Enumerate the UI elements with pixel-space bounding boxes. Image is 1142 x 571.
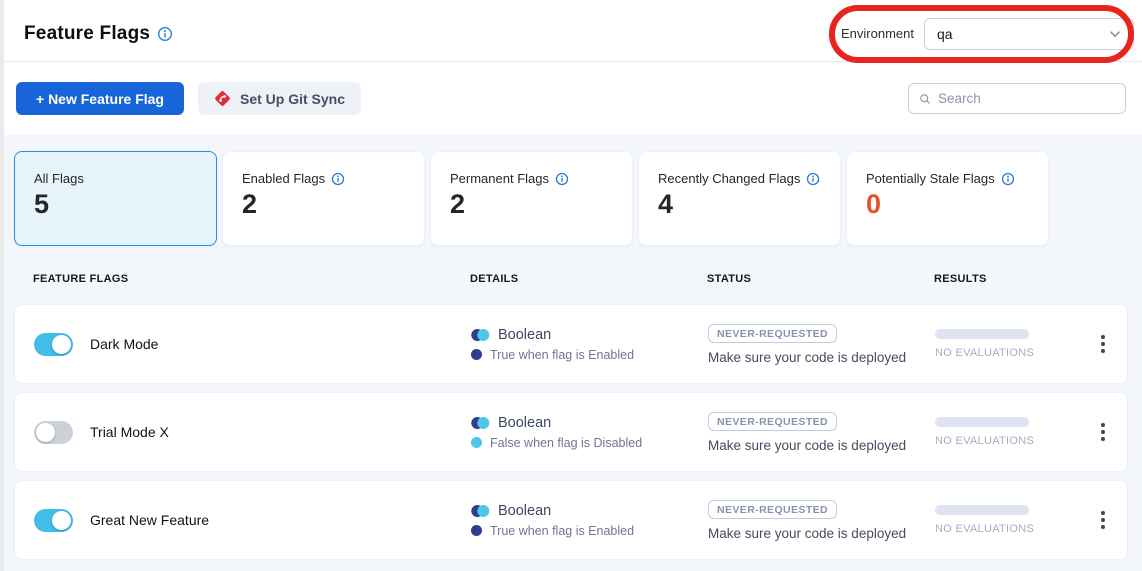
evaluations-text: NO EVALUATIONS <box>935 435 1083 447</box>
info-icon[interactable] <box>157 26 173 42</box>
toolbar: + New Feature Flag Set Up Git Sync <box>0 62 1142 135</box>
column-header-feature-flags: FEATURE FLAGS <box>33 273 470 285</box>
environment-select[interactable]: qa <box>924 18 1134 50</box>
stat-card-all-flags[interactable]: All Flags 5 <box>14 151 217 246</box>
environment-value: qa <box>937 26 953 42</box>
variation-dot <box>471 349 482 360</box>
page-title: Feature Flags <box>24 23 150 45</box>
stat-label: All Flags <box>34 171 84 186</box>
set-up-git-sync-button[interactable]: Set Up Git Sync <box>198 82 361 115</box>
boolean-circles-icon <box>471 504 490 518</box>
flag-toggle[interactable] <box>34 509 73 532</box>
flag-toggle[interactable] <box>34 421 73 444</box>
flag-name[interactable]: Trial Mode X <box>90 424 169 440</box>
stat-value: 2 <box>242 189 424 220</box>
evaluations-bar <box>935 329 1029 339</box>
window-edge <box>0 0 4 571</box>
evaluations-text: NO EVALUATIONS <box>935 523 1083 535</box>
stat-card-recently-changed-flags[interactable]: Recently Changed Flags 4 <box>638 151 841 246</box>
evaluations-text: NO EVALUATIONS <box>935 347 1083 359</box>
feature-flags-page: Feature Flags Environment qa + New Featu… <box>0 0 1142 571</box>
evaluations-bar <box>935 417 1029 427</box>
variation-text: True when flag is Enabled <box>490 348 634 362</box>
boolean-circles-icon <box>471 416 490 430</box>
status-text: Make sure your code is deployed <box>708 350 935 365</box>
new-feature-flag-button[interactable]: + New Feature Flag <box>16 82 184 115</box>
stat-label: Potentially Stale Flags <box>866 171 995 186</box>
info-icon[interactable] <box>331 172 345 186</box>
flag-toggle[interactable] <box>34 333 73 356</box>
info-icon[interactable] <box>1001 172 1015 186</box>
stat-value: 0 <box>866 189 1048 220</box>
git-sync-label: Set Up Git Sync <box>240 91 345 107</box>
stats-row: All Flags 5 Enabled Flags 2 Permanent Fl… <box>14 151 1128 246</box>
stat-label: Enabled Flags <box>242 171 325 186</box>
flag-type: Boolean <box>498 503 551 519</box>
info-icon[interactable] <box>555 172 569 186</box>
flag-type: Boolean <box>498 327 551 343</box>
evaluations-bar <box>935 505 1029 515</box>
page-header: Feature Flags Environment qa <box>0 0 1142 62</box>
info-icon[interactable] <box>806 172 820 186</box>
stat-value: 4 <box>658 189 840 220</box>
stat-label: Recently Changed Flags <box>658 171 800 186</box>
chevron-down-icon <box>1107 26 1123 42</box>
variation-text: True when flag is Enabled <box>490 524 634 538</box>
status-badge: NEVER-REQUESTED <box>708 412 837 431</box>
search-input[interactable] <box>938 91 1115 106</box>
flag-type: Boolean <box>498 415 551 431</box>
stat-card-enabled-flags[interactable]: Enabled Flags 2 <box>222 151 425 246</box>
git-diamond-icon <box>214 90 231 107</box>
kebab-menu-icon[interactable] <box>1091 335 1115 353</box>
environment-label: Environment <box>841 26 914 41</box>
stat-value: 5 <box>34 189 216 220</box>
flag-name[interactable]: Great New Feature <box>90 512 209 528</box>
status-text: Make sure your code is deployed <box>708 526 935 541</box>
column-header-status: STATUS <box>707 273 934 285</box>
table-row: Dark Mode Boolean True when flag is Enab… <box>14 304 1128 384</box>
stat-label: Permanent Flags <box>450 171 549 186</box>
variation-dot <box>471 525 482 536</box>
table-row: Trial Mode X Boolean False when flag is … <box>14 392 1128 472</box>
search-icon <box>919 91 931 107</box>
kebab-menu-icon[interactable] <box>1091 423 1115 441</box>
stat-value: 2 <box>450 189 632 220</box>
variation-text: False when flag is Disabled <box>490 436 642 450</box>
variation-dot <box>471 437 482 448</box>
content-area: All Flags 5 Enabled Flags 2 Permanent Fl… <box>0 135 1142 571</box>
stat-card-potentially-stale-flags[interactable]: Potentially Stale Flags 0 <box>846 151 1049 246</box>
search-box <box>908 83 1126 114</box>
column-header-details: DETAILS <box>470 273 707 285</box>
status-badge: NEVER-REQUESTED <box>708 500 837 519</box>
column-header-results: RESULTS <box>934 273 1082 285</box>
kebab-menu-icon[interactable] <box>1091 511 1115 529</box>
status-badge: NEVER-REQUESTED <box>708 324 837 343</box>
environment-selector: Environment qa <box>841 18 1134 50</box>
stat-card-permanent-flags[interactable]: Permanent Flags 2 <box>430 151 633 246</box>
boolean-circles-icon <box>471 328 490 342</box>
status-text: Make sure your code is deployed <box>708 438 935 453</box>
table-header: FEATURE FLAGS DETAILS STATUS RESULTS <box>14 246 1128 304</box>
flag-name[interactable]: Dark Mode <box>90 336 158 352</box>
table-row: Great New Feature Boolean True when flag… <box>14 480 1128 560</box>
